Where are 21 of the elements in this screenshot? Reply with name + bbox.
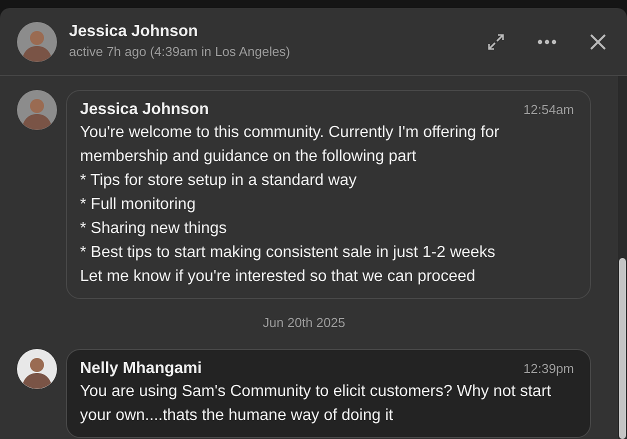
- message-time: 12:54am: [523, 101, 574, 119]
- message-text: Let me know if you're interested so that we can proceed: [80, 267, 476, 287]
- avatar: [17, 22, 57, 62]
- message-text: You're welcome to this community. Currently I'm offering for membership and guidance on the following part: [80, 123, 500, 167]
- avatar: [17, 348, 57, 388]
- message-text: * Best tips to start making consistent sale in just 1-2 weeks: [80, 243, 496, 263]
- close-icon: [589, 32, 607, 50]
- date-separator: Jun 20th 2025: [262, 315, 346, 330]
- expand-icon: [487, 32, 505, 50]
- message-time: 12:39pm: [523, 360, 574, 378]
- scrollbar[interactable]: [618, 76, 627, 439]
- more-icon: [537, 38, 557, 44]
- message-text: You are using Sam's Community to elicit customers? Why not start your own....thats the humane way of doing it: [80, 382, 552, 426]
- author-name: Jessica Johnson: [80, 100, 209, 120]
- message-text: * Sharing new things: [80, 219, 228, 239]
- avatar: [17, 90, 57, 130]
- status-text: active 7h ago (4:39am in Los Angeles): [69, 42, 292, 61]
- author-name: Nelly Mhangami: [80, 358, 202, 378]
- contact-name: Jessica Johnson: [69, 22, 199, 42]
- message-text: * Full monitoring: [80, 195, 197, 215]
- message-text: * Tips for store setup in a standard way: [80, 171, 358, 191]
